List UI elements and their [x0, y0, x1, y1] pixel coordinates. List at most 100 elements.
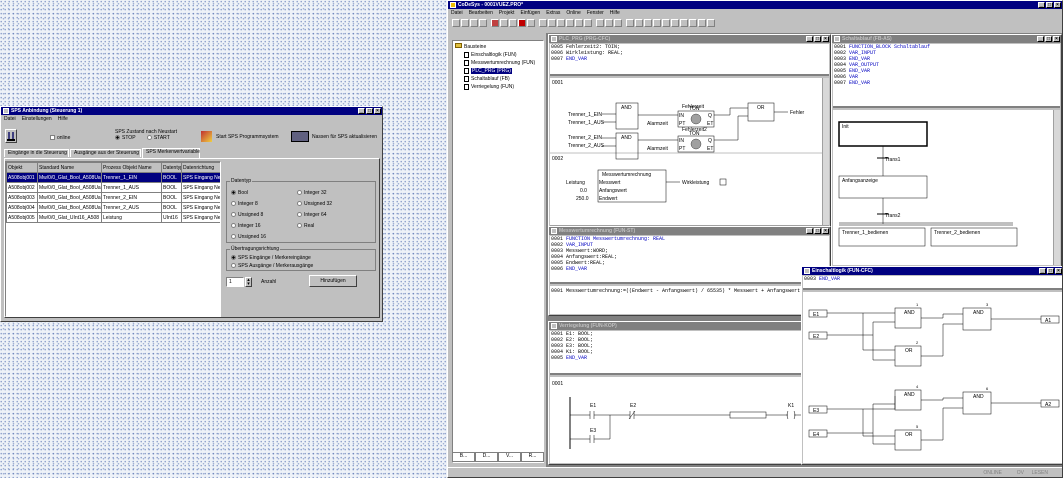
maximize-button[interactable]: □ — [1047, 268, 1054, 274]
run-icon[interactable] — [509, 19, 517, 27]
stop-radio-row[interactable]: STOP — [115, 135, 135, 141]
minimize-button[interactable]: _ — [1038, 2, 1045, 8]
col-standard-name[interactable]: Standard Name — [37, 162, 102, 173]
col-objekt[interactable]: Objekt — [6, 162, 38, 173]
menu-extras[interactable]: Extras — [546, 9, 560, 17]
plcprg-title-bar[interactable]: PLC_PRG (PRG-CFC) _ □ × — [549, 35, 830, 43]
tab-bausteine[interactable]: B... — [452, 452, 475, 462]
maximize-button[interactable]: □ — [1045, 36, 1052, 42]
type-radio-row[interactable]: Integer 16 — [231, 221, 266, 232]
cfc-input-icon[interactable] — [626, 19, 634, 27]
cfc-return-icon[interactable] — [671, 19, 679, 27]
cfc-label-icon[interactable] — [662, 19, 670, 27]
close-button[interactable]: × — [822, 36, 829, 42]
schaltablauf-declarations[interactable]: 0001 FUNCTION_BLOCK Schaltablauf 0002 VA… — [833, 44, 1060, 108]
copy-icon[interactable] — [566, 19, 574, 27]
schaltablauf-body[interactable]: Init Trans1 Anfangsanzeige Trans2 Trenne… — [833, 110, 1060, 265]
cfc-reset-icon[interactable] — [707, 19, 715, 27]
cfc-box-icon[interactable] — [644, 19, 652, 27]
close-button[interactable]: × — [1053, 36, 1060, 42]
tab-ressourcen[interactable]: R... — [521, 452, 544, 462]
tab-datentypen[interactable]: D... — [475, 452, 498, 462]
minimize-button[interactable]: _ — [358, 108, 365, 114]
menu-online[interactable]: Online — [566, 9, 580, 17]
tree-root[interactable]: Bausteine — [455, 43, 541, 51]
type-radio-row[interactable]: Unsigned 16 — [231, 232, 266, 243]
sps-title-bar[interactable]: SPS Anbindung (Steuerung 1) _ □ × — [1, 107, 382, 115]
step-init[interactable] — [838, 121, 928, 147]
new-icon[interactable] — [452, 19, 460, 27]
login-icon[interactable] — [491, 19, 499, 27]
direction-out-row[interactable]: SPS Ausgänge / Merkerausgänge — [231, 262, 313, 270]
menu-einfuegen[interactable]: Einfügen — [520, 9, 540, 17]
cfc-output-icon[interactable] — [635, 19, 643, 27]
direction-in-row[interactable]: SPS Eingänge / Merkereingänge — [231, 254, 313, 262]
tab-visualisierung[interactable]: V... — [498, 452, 521, 462]
plcprg-declarations[interactable]: 0005 Fehlerzeit2: TOIN; 0006 Wirkleistun… — [550, 44, 829, 76]
logout-icon[interactable] — [500, 19, 508, 27]
connect-icon-button[interactable] — [5, 129, 17, 143]
close-button[interactable]: × — [822, 228, 829, 234]
codesys-title-bar[interactable]: CoDeSys - 0001VUEZ.PRO* _ □ × — [448, 1, 1062, 9]
minimize-button[interactable]: _ — [1039, 268, 1046, 274]
cfc-negate-icon[interactable] — [689, 19, 697, 27]
online-checkbox[interactable] — [50, 135, 55, 141]
close-button[interactable]: × — [374, 108, 381, 114]
type-radio[interactable] — [297, 223, 302, 229]
tree-item-messwertumrechnung[interactable]: Messwertumrechnung (FUN) — [464, 59, 541, 67]
minimize-button[interactable]: _ — [806, 228, 813, 234]
tree-item-plc-prg[interactable]: PLC_PRG (PRG) — [464, 67, 541, 75]
menu-datei[interactable]: Datei — [451, 9, 463, 17]
verriegelung-body[interactable]: 0001 E1 E2 E3 K1 — [550, 377, 829, 463]
vertical-scrollbar[interactable] — [822, 78, 829, 232]
online-checkbox-row[interactable]: online — [50, 135, 70, 141]
refresh-sps-button[interactable]: Nassen für SPS aktualisieren — [291, 131, 377, 142]
type-radio[interactable] — [231, 223, 236, 229]
type-radio-row[interactable]: Integer 32 — [297, 188, 332, 199]
col-datenrichtung[interactable]: Datenrichtung — [181, 162, 220, 173]
stop-radio[interactable] — [115, 135, 120, 141]
einschaltlogik-title-bar[interactable]: Einschaltlogik (FUN-CFC) _ □ × — [802, 267, 1062, 275]
direction-in-radio[interactable] — [231, 255, 236, 261]
einschaltlogik-declarations[interactable]: 0003 END_VAR — [803, 276, 1062, 290]
type-radio[interactable] — [231, 234, 236, 240]
open-icon[interactable] — [461, 19, 469, 27]
type-radio-row[interactable]: Real — [297, 221, 332, 232]
find-icon[interactable] — [596, 19, 604, 27]
add-button[interactable]: Hinzufügen — [309, 275, 357, 287]
step-over-icon[interactable] — [539, 19, 547, 27]
breakpoint-icon[interactable] — [527, 19, 535, 27]
type-radio-row[interactable]: Unsigned 32 — [297, 199, 332, 210]
maximize-button[interactable]: □ — [814, 36, 821, 42]
menu-bearbeiten[interactable]: Bearbeiten — [469, 9, 493, 17]
tree-item-verriegelung[interactable]: Verriegelung (FUN) — [464, 83, 541, 91]
replace-icon[interactable] — [614, 19, 622, 27]
menu-fenster[interactable]: Fenster — [587, 9, 604, 17]
close-button[interactable]: × — [1055, 268, 1062, 274]
type-radio[interactable] — [231, 212, 236, 218]
vertical-scrollbar[interactable] — [1053, 110, 1060, 265]
col-datentyp[interactable]: Datentyp — [161, 162, 182, 173]
tab-eingaenge[interactable]: Eingänge in die Steuerung — [4, 149, 69, 157]
menu-datei[interactable]: Datei — [4, 115, 16, 123]
verriegelung-title-bar[interactable]: Verriegelung (FUN-KOP) _□× — [549, 322, 830, 330]
messwert-title-bar[interactable]: Messwertumrechnung (FUN-ST) _ □ × — [549, 227, 830, 235]
type-radio[interactable] — [297, 201, 302, 207]
cut-icon[interactable] — [557, 19, 565, 27]
tree-item-einschaltlogik[interactable]: Einschaltlogik (FUN) — [464, 51, 541, 59]
type-radio-row[interactable]: Integer 64 — [297, 210, 332, 221]
maximize-button[interactable]: □ — [814, 228, 821, 234]
close-button[interactable]: × — [1054, 2, 1061, 8]
count-spinner[interactable]: ▴ ▾ — [245, 277, 252, 287]
type-radio[interactable] — [231, 201, 236, 207]
type-radio-row[interactable]: Integer 8 — [231, 199, 266, 210]
paste-icon[interactable] — [575, 19, 583, 27]
minimize-button[interactable]: _ — [806, 36, 813, 42]
menu-hilfe[interactable]: Hilfe — [610, 9, 620, 17]
start-radio[interactable] — [146, 135, 152, 141]
einschaltlogik-body[interactable]: E1 E2 E3 E4 AND 1 OR 2 AND 3 AND 4 OR 5 … — [803, 292, 1062, 463]
save-icon[interactable] — [470, 19, 478, 27]
table-row[interactable]: A508obj002 Mw/0/0_Glat_Bool_A508Ual Trenne… — [6, 182, 220, 193]
tree-item-schaltablauf[interactable]: Schaltablauf (FB) — [464, 75, 541, 83]
verriegelung-declarations[interactable]: 0001 E1: BOOL; 0002 E2: BOOL; 0003 E3: B… — [550, 331, 829, 375]
